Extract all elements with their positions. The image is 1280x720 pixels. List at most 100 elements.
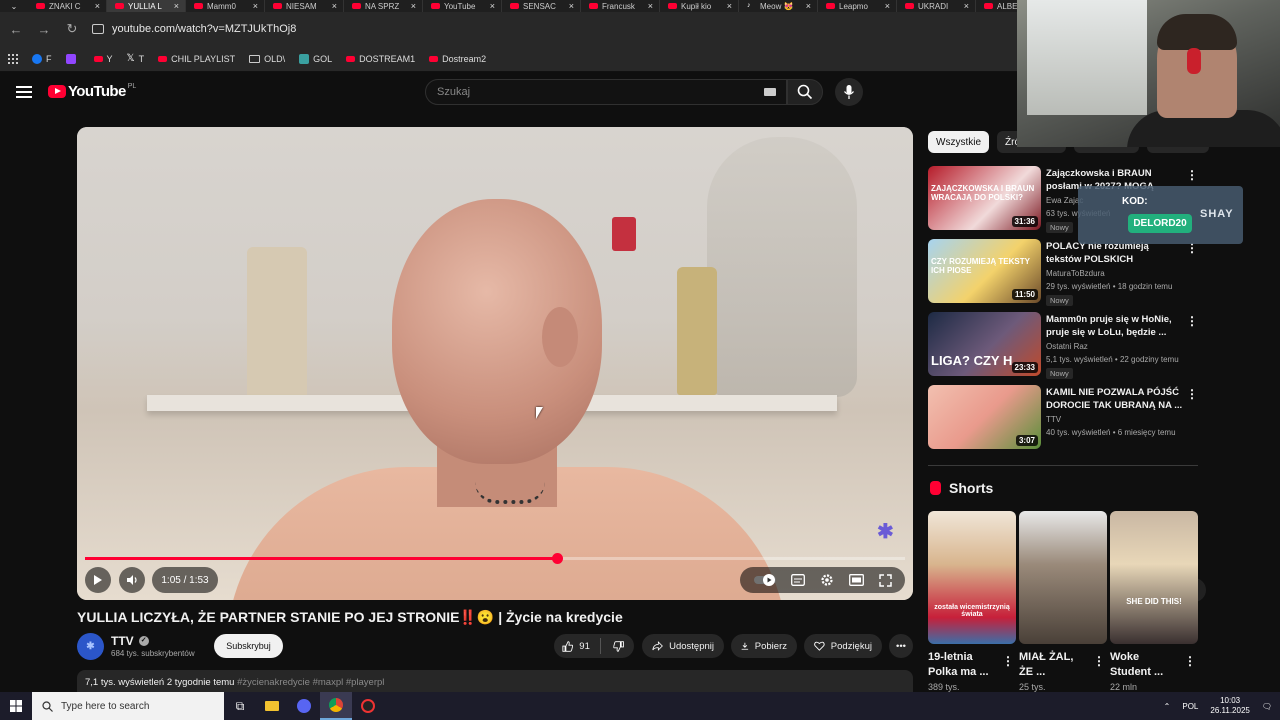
tab-close-icon[interactable]: ×	[253, 1, 258, 11]
browser-tab[interactable]: SENSAC ×	[502, 0, 581, 12]
task-view-button[interactable]: ⧉	[224, 692, 256, 720]
tab-close-icon[interactable]: ×	[490, 1, 495, 11]
tray-chevron-icon[interactable]: ⌃	[1164, 702, 1171, 711]
apps-grid-icon[interactable]	[8, 53, 18, 64]
share-button[interactable]: Udostępnij	[642, 634, 724, 658]
more-actions-button[interactable]: •••	[889, 634, 913, 658]
browser-tab[interactable]: Leapmo ×	[818, 0, 897, 12]
search-button[interactable]	[787, 79, 823, 105]
short-thumbnail[interactable]	[1019, 511, 1107, 644]
channel-avatar[interactable]: ✱	[77, 633, 104, 660]
play-button[interactable]	[85, 567, 111, 593]
tab-close-icon[interactable]: ×	[964, 1, 969, 11]
channel-name-row[interactable]: TTV ✓	[111, 634, 149, 648]
progress-scrubber[interactable]	[551, 553, 563, 564]
recommended-video[interactable]: CZY ROZUMIEJĄ TEKSTY ICH PIOSE 11:50 POLAC…	[928, 239, 1198, 306]
tab-close-icon[interactable]: ×	[648, 1, 653, 11]
tab-close-icon[interactable]: ×	[885, 1, 890, 11]
tab-close-icon[interactable]: ×	[806, 1, 811, 11]
tab-close-icon[interactable]: ×	[411, 1, 416, 11]
short-thumbnail[interactable]: została wicemistrzynią świata	[928, 511, 1016, 644]
start-button[interactable]	[0, 692, 32, 720]
more-vertical-icon[interactable]: ⋮	[1186, 387, 1198, 401]
reload-icon[interactable]: ↻	[64, 21, 80, 37]
video-thumbnail[interactable]: CZY ROZUMIEJĄ TEKSTY ICH PIOSE 11:50	[928, 239, 1041, 303]
fullscreen-icon[interactable]	[878, 573, 892, 587]
recommended-channel[interactable]: MaturaToBzdura	[1046, 269, 1105, 278]
theater-mode-icon[interactable]	[848, 574, 864, 586]
browser-tab[interactable]: ♪ Meow 😻 ×	[739, 0, 818, 12]
like-count[interactable]: 91	[579, 641, 590, 652]
browser-tab[interactable]: Kupił kio ×	[660, 0, 739, 12]
subscribe-button[interactable]: Subskrybuj	[214, 634, 283, 658]
tab-close-icon[interactable]: ×	[332, 1, 337, 11]
recommended-title[interactable]: KAMIL NIE POZWALA PÓJŚĆ DOROCIE TAK UBRA…	[1046, 386, 1184, 412]
channel-name[interactable]: TTV	[111, 634, 134, 648]
tab-close-icon[interactable]: ×	[174, 1, 179, 11]
bookmark-item[interactable]: DOSTREAM1	[346, 54, 415, 64]
browser-tab[interactable]: Mamm0 ×	[186, 0, 265, 12]
browser-tab[interactable]: Francusk ×	[581, 0, 660, 12]
progress-bar[interactable]	[85, 553, 905, 564]
bookmark-item[interactable]: F	[32, 53, 52, 64]
taskbar-search-box[interactable]: Type here to search	[32, 692, 224, 720]
tab-close-icon[interactable]: ×	[95, 1, 100, 11]
settings-gear-icon[interactable]	[820, 573, 834, 587]
browser-tab[interactable]: YouTube ×	[423, 0, 502, 12]
short-title[interactable]: Woke Student ...	[1110, 650, 1180, 680]
hashtags[interactable]: #życienakredycie #maxpl #playerpl	[237, 677, 384, 688]
browser-tab[interactable]: NA SPRZ ×	[344, 0, 423, 12]
bookmark-item[interactable]: Dostream2	[429, 54, 486, 64]
keyboard-icon[interactable]	[764, 88, 776, 96]
obs-button[interactable]	[352, 692, 384, 720]
back-icon[interactable]: ←	[8, 22, 24, 37]
video-thumbnail[interactable]: ZAJĄCZKOWSKA I BRAUN WRACAJĄ DO POLSKI? 3…	[928, 166, 1041, 230]
recommended-channel[interactable]: Ostatni Raz	[1046, 342, 1088, 351]
short-title[interactable]: 19-letnia Polka ma ...	[928, 650, 998, 680]
file-explorer-button[interactable]	[256, 692, 288, 720]
more-vertical-icon[interactable]: ⋮	[1184, 654, 1196, 668]
short-thumbnail[interactable]: SHE DID THIS!	[1110, 511, 1198, 644]
recommended-channel[interactable]: TTV	[1046, 415, 1061, 424]
video-player[interactable]: ✱ 1:05 / 1:53	[77, 127, 913, 600]
notifications-icon[interactable]: 🗨	[1262, 702, 1272, 711]
bookmark-item[interactable]: 𝕏T	[127, 53, 145, 64]
voice-search-button[interactable]	[835, 78, 863, 106]
download-button[interactable]: Pobierz	[731, 634, 797, 658]
autoplay-toggle-icon[interactable]	[753, 574, 776, 586]
tab-close-icon[interactable]: ×	[569, 1, 574, 11]
filter-chip[interactable]: Wszystkie	[928, 131, 989, 153]
video-thumbnail[interactable]: LIGA? CZY H 23:33	[928, 312, 1041, 376]
language-indicator[interactable]: POL	[1182, 702, 1198, 711]
bookmark-item[interactable]: Y	[93, 54, 113, 64]
more-vertical-icon[interactable]: ⋮	[1002, 654, 1014, 668]
bookmark-item[interactable]	[65, 53, 80, 64]
menu-hamburger-icon[interactable]	[16, 86, 32, 98]
channel-watermark-icon[interactable]: ✱	[877, 519, 903, 545]
forward-icon[interactable]: →	[36, 22, 52, 37]
discord-button[interactable]	[288, 692, 320, 720]
youtube-logo[interactable]: YouTube PL	[48, 83, 136, 100]
recommended-video[interactable]: 3:07 KAMIL NIE POZWALA PÓJŚĆ DOROCIE TAK …	[928, 385, 1198, 450]
tab-search-dropdown[interactable]: ⌄	[0, 0, 28, 12]
site-info-icon[interactable]	[92, 24, 104, 34]
description-box[interactable]: 7,1 tys. wyświetleń 2 tygodnie temu #życ…	[77, 670, 913, 692]
browser-tab[interactable]: ZNAKI C ×	[28, 0, 107, 12]
recommended-title[interactable]: Mamm0n pruje się w HoNie, pruje się w Lo…	[1046, 313, 1184, 339]
search-input[interactable]: Szukaj	[425, 79, 787, 105]
more-vertical-icon[interactable]: ⋮	[1093, 654, 1105, 668]
more-vertical-icon[interactable]: ⋮	[1186, 168, 1198, 182]
thanks-button[interactable]: Podziękuj	[804, 634, 882, 658]
browser-tab[interactable]: NIESAM ×	[265, 0, 344, 12]
dislike-thumb-icon[interactable]	[612, 640, 624, 653]
browser-tab[interactable]: UKRADI ×	[897, 0, 976, 12]
chrome-button[interactable]	[320, 692, 352, 720]
short-title[interactable]: MIAŁ ŻAL, ŻE ...	[1019, 650, 1089, 680]
url-field[interactable]: youtube.com/watch?v=MZTJUkThOj8	[92, 23, 296, 35]
recommended-video[interactable]: LIGA? CZY H 23:33 Mamm0n pruje się w HoNie…	[928, 312, 1198, 379]
volume-button[interactable]	[119, 567, 145, 593]
tab-close-icon[interactable]: ×	[727, 1, 732, 11]
bookmark-item[interactable]: GOL	[299, 53, 332, 64]
bookmark-item[interactable]: OLD\	[249, 54, 285, 64]
like-thumb-icon[interactable]	[562, 640, 574, 653]
